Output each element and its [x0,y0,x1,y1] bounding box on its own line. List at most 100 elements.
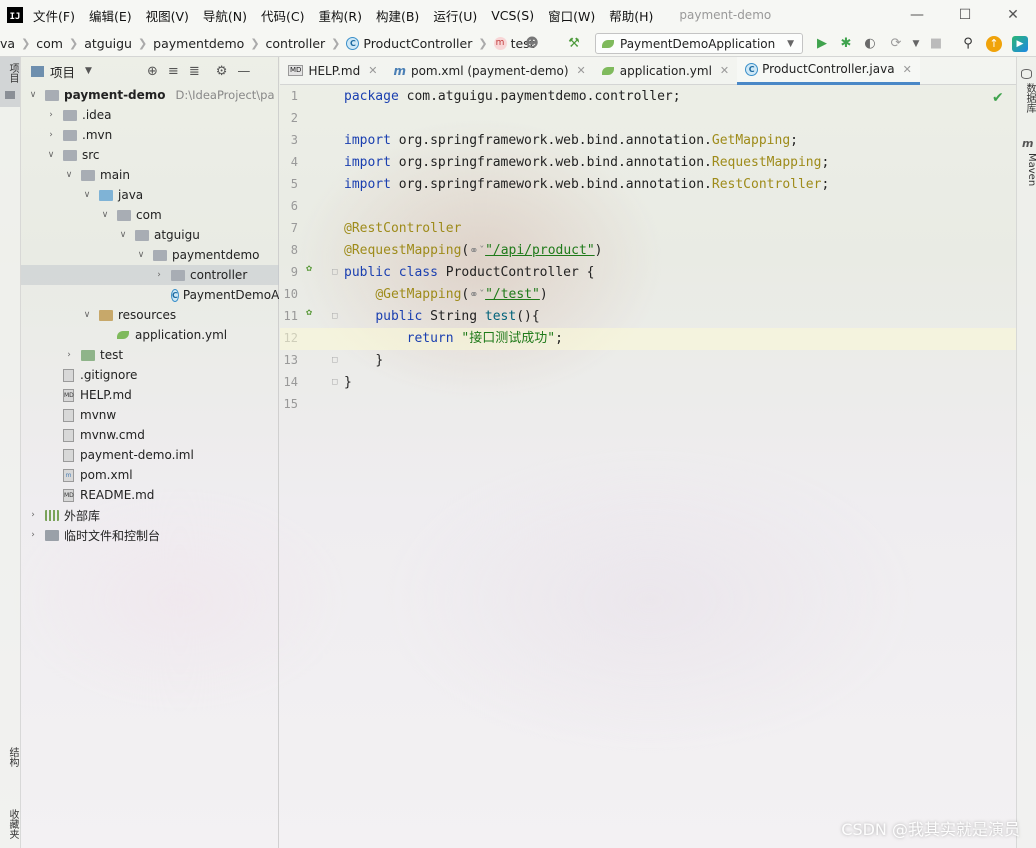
breadcrumb-controller[interactable]: controller [266,36,326,51]
project-tool-tab[interactable]: 项目 [0,57,20,107]
chevron-down-icon[interactable]: ∨ [135,250,147,260]
fold-marker-icon[interactable]: □ [332,355,337,365]
fold-marker-icon[interactable]: □ [332,311,337,321]
tree-item-src[interactable]: ∨ src [21,145,279,165]
tree-item-atguigu[interactable]: ∨ atguigu [21,225,279,245]
tab-application-yml[interactable]: application.yml ✕ [594,57,737,85]
folder-icon [63,129,77,141]
spring-endpoint-gutter-icon[interactable]: ✿ [306,307,312,318]
chevron-right-icon[interactable]: › [27,530,39,540]
favorites-tool-tab[interactable]: 收藏夹 [1,809,20,839]
tree-item-test[interactable]: › test [21,345,279,365]
breadcrumb-com[interactable]: com [36,36,63,51]
tree-item-pom-xml[interactable]: m pom.xml [21,465,279,485]
tab-productcontroller-java[interactable]: C ProductController.java ✕ [737,56,920,85]
menu-help[interactable]: 帮助(H) [609,6,653,25]
tree-item-外部库[interactable]: › 外部库 [21,505,279,525]
menu-navigate[interactable]: 导航(N) [203,6,247,25]
chevron-down-icon[interactable]: ∨ [81,310,93,320]
tree-item-application-yml[interactable]: application.yml [21,325,279,345]
chevron-right-icon[interactable]: › [27,510,39,520]
debug-bug-icon[interactable]: ✱ [838,36,854,52]
inspection-ok-check-icon[interactable]: ✔ [992,90,1004,106]
tree-item-idea[interactable]: › .idea [21,105,279,125]
breadcrumb-java[interactable]: va [0,36,15,51]
close-tab-icon[interactable]: ✕ [720,64,729,77]
chevron-down-icon[interactable]: ∨ [117,230,129,240]
menu-vcs[interactable]: VCS(S) [491,8,534,23]
tree-item-resources[interactable]: ∨ resources [21,305,279,325]
tree-item-paymentdemoap[interactable]: C PaymentDemoAp [21,285,279,305]
tree-item-main[interactable]: ∨ main [21,165,279,185]
chevron-down-icon[interactable]: ∨ [27,90,39,100]
chevron-down-icon[interactable]: ▼ [85,66,92,76]
close-tab-icon[interactable]: ✕ [903,63,912,76]
hide-panel-icon[interactable]: — [237,64,250,79]
user-icon[interactable]: ☻ [524,36,540,52]
search-icon[interactable]: ⚲ [960,36,976,52]
tree-item-java[interactable]: ∨ java [21,185,279,205]
database-tool-tab[interactable]: 数据库 [1018,83,1036,113]
intellij-logo-icon[interactable]: IJ [7,7,23,23]
structure-tool-tab[interactable]: 结构 [1,747,20,767]
fold-marker-icon[interactable]: □ [332,377,337,387]
file-icon [63,408,74,422]
tree-item-payment-demo[interactable]: ∨ payment-demo D:\IdeaProject\pa [21,85,279,105]
tree-item-help-md[interactable]: MD HELP.md [21,385,279,405]
tree-item-mvnw-cmd[interactable]: mvnw.cmd [21,425,279,445]
maximize-icon[interactable]: ☐ [956,6,974,24]
gear-icon[interactable]: ⚙ [216,64,228,79]
menu-build[interactable]: 构建(B) [376,6,419,25]
run-configuration-select[interactable]: PaymentDemoApplication ▼ [595,33,803,54]
tree-item-controller[interactable]: › controller [21,265,279,285]
more-run-options-icon[interactable]: ▼ [908,36,924,52]
spring-bean-gutter-icon[interactable]: ✿ [306,263,312,274]
tree-item-com[interactable]: ∨ com [21,205,279,225]
stop-icon[interactable]: ■ [928,36,944,52]
tree-item-mvn[interactable]: › .mvn [21,125,279,145]
breadcrumb-atguigu[interactable]: atguigu [84,36,132,51]
tree-item-paymentdemo[interactable]: ∨ paymentdemo [21,245,279,265]
tree-item-mvnw[interactable]: mvnw [21,405,279,425]
coverage-icon[interactable]: ◐ [862,36,878,52]
chevron-down-icon[interactable]: ∨ [99,210,111,220]
breadcrumb-paymentdemo[interactable]: paymentdemo [153,36,244,51]
toolbox-icon[interactable]: ▶ [1012,36,1028,52]
expand-all-icon[interactable]: ≡ [168,64,179,79]
menu-refactor[interactable]: 重构(R) [319,6,362,25]
menu-view[interactable]: 视图(V) [146,6,189,25]
project-panel-title[interactable]: 项目 [50,62,75,81]
build-hammer-icon[interactable]: ⚒ [566,36,582,52]
chevron-right-icon[interactable]: › [153,270,165,280]
menu-code[interactable]: 代码(C) [261,6,304,25]
menu-window[interactable]: 窗口(W) [548,6,595,25]
run-icon[interactable]: ▶ [814,36,830,52]
code-editor[interactable]: package com.atguigu.paymentdemo.controll… [280,86,1016,848]
tree-item-readme-md[interactable]: MD README.md [21,485,279,505]
fold-marker-icon[interactable]: □ [332,267,337,277]
chevron-right-icon[interactable]: › [45,130,57,140]
tab-pom-xml[interactable]: m pom.xml (payment-demo) ✕ [385,57,593,85]
close-tab-icon[interactable]: ✕ [368,64,377,77]
tree-item-gitignore[interactable]: .gitignore [21,365,279,385]
tab-help-md[interactable]: MD HELP.md ✕ [280,57,385,85]
update-icon[interactable]: ↑ [986,36,1002,52]
tree-item-payment-demo-iml[interactable]: payment-demo.iml [21,445,279,465]
close-icon[interactable]: ✕ [1004,6,1022,24]
chevron-down-icon[interactable]: ∨ [63,170,75,180]
chevron-down-icon[interactable]: ∨ [45,150,57,160]
chevron-right-icon[interactable]: › [63,350,75,360]
profile-icon[interactable]: ⟳ [888,36,904,52]
breadcrumb-productcontroller[interactable]: C ProductController [346,36,472,51]
close-tab-icon[interactable]: ✕ [577,64,586,77]
chevron-right-icon[interactable]: › [45,110,57,120]
menu-file[interactable]: 文件(F) [33,6,75,25]
menu-run[interactable]: 运行(U) [433,6,477,25]
maven-tool-tab[interactable]: Maven [1018,153,1036,186]
collapse-all-icon[interactable]: ≣ [189,64,200,79]
tree-item-临时文件和控制台[interactable]: › 临时文件和控制台 [21,525,279,545]
menu-edit[interactable]: 编辑(E) [89,6,132,25]
locate-target-icon[interactable]: ⊕ [147,64,158,79]
minimize-icon[interactable]: — [908,6,926,24]
chevron-down-icon[interactable]: ∨ [81,190,93,200]
